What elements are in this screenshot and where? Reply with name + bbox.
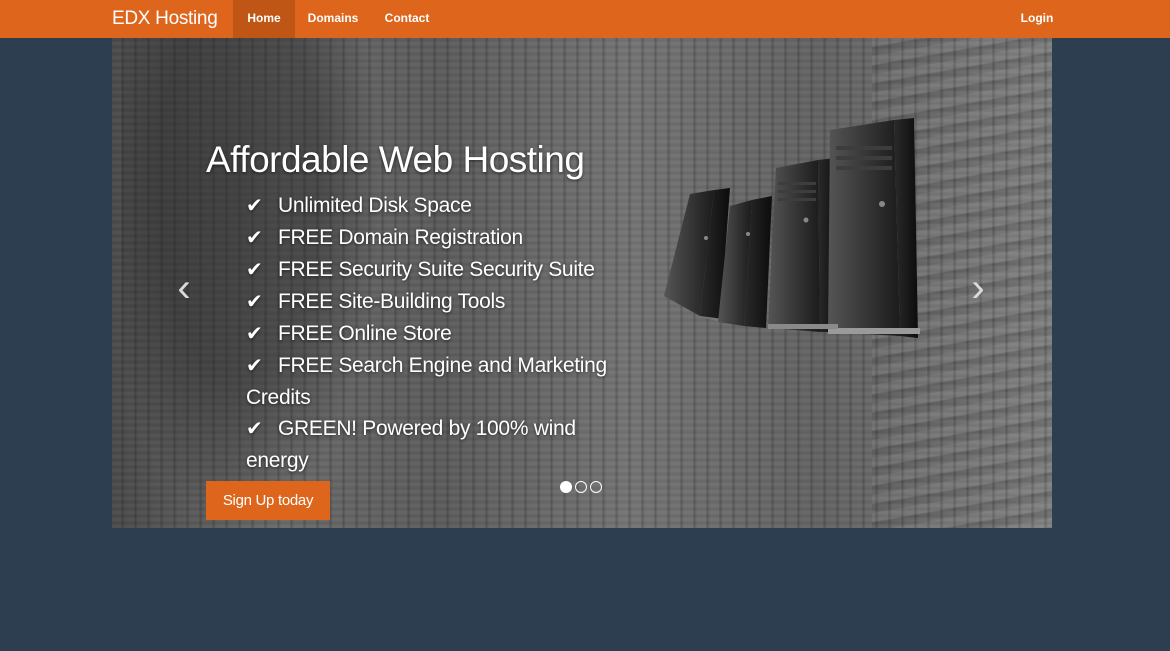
carousel-indicator-2[interactable] (575, 481, 587, 493)
check-icon: ✔ (246, 259, 263, 281)
check-icon: ✔ (246, 355, 263, 377)
feature-text: FREE Domain Registration (278, 226, 523, 249)
feature-text: FREE Site-Building Tools (278, 290, 506, 313)
nav-domains[interactable]: Domains (295, 0, 371, 38)
nav-login[interactable]: Login (1010, 0, 1064, 38)
feature-text: FREE Search Engine and Marketing Credits (246, 354, 607, 409)
feature-item: ✔ FREE Online Store (246, 318, 626, 350)
hero-carousel: Affordable Web Hosting ✔ Unlimited Disk S… (112, 38, 1052, 528)
carousel-indicator-3[interactable] (590, 481, 602, 493)
check-icon: ✔ (246, 291, 263, 313)
top-navbar: EDX Hosting Home Domains Contact Login (0, 0, 1170, 38)
signup-button[interactable]: Sign Up today (206, 481, 330, 520)
feature-list: ✔ Unlimited Disk Space ✔ FREE Domain Regis… (246, 190, 626, 476)
feature-item: ✔ FREE Search Engine and Marketing Credit… (246, 350, 626, 413)
chevron-left-icon[interactable]: ‹ (164, 268, 204, 308)
check-icon: ✔ (246, 323, 263, 345)
feature-item: ✔ FREE Security Suite Security Suite (246, 254, 626, 286)
hero-title: Affordable Web Hosting (206, 139, 585, 180)
nav-home[interactable]: Home (233, 0, 295, 38)
hero-caption: Affordable Web Hosting ✔ Unlimited Disk S… (206, 136, 636, 476)
feature-item: ✔ FREE Site-Building Tools (246, 286, 626, 318)
check-icon: ✔ (246, 418, 263, 440)
feature-text: GREEN! Powered by 100% wind energy (246, 417, 576, 472)
feature-item: ✔ FREE Domain Registration (246, 222, 626, 254)
feature-text: FREE Online Store (278, 322, 452, 345)
server-towers-image (664, 118, 920, 338)
chevron-right-icon[interactable]: › (958, 268, 998, 308)
feature-item: ✔ Unlimited Disk Space (246, 190, 626, 222)
check-icon: ✔ (246, 195, 263, 217)
feature-text: FREE Security Suite Security Suite (278, 258, 595, 281)
feature-item: ✔ GREEN! Powered by 100% wind energy (246, 413, 626, 476)
nav-contact[interactable]: Contact (371, 0, 443, 38)
feature-text: Unlimited Disk Space (278, 194, 472, 217)
brand-logo[interactable]: EDX Hosting (112, 0, 218, 38)
check-icon: ✔ (246, 227, 263, 249)
carousel-indicator-1[interactable] (560, 481, 572, 493)
carousel-indicators (560, 481, 605, 493)
